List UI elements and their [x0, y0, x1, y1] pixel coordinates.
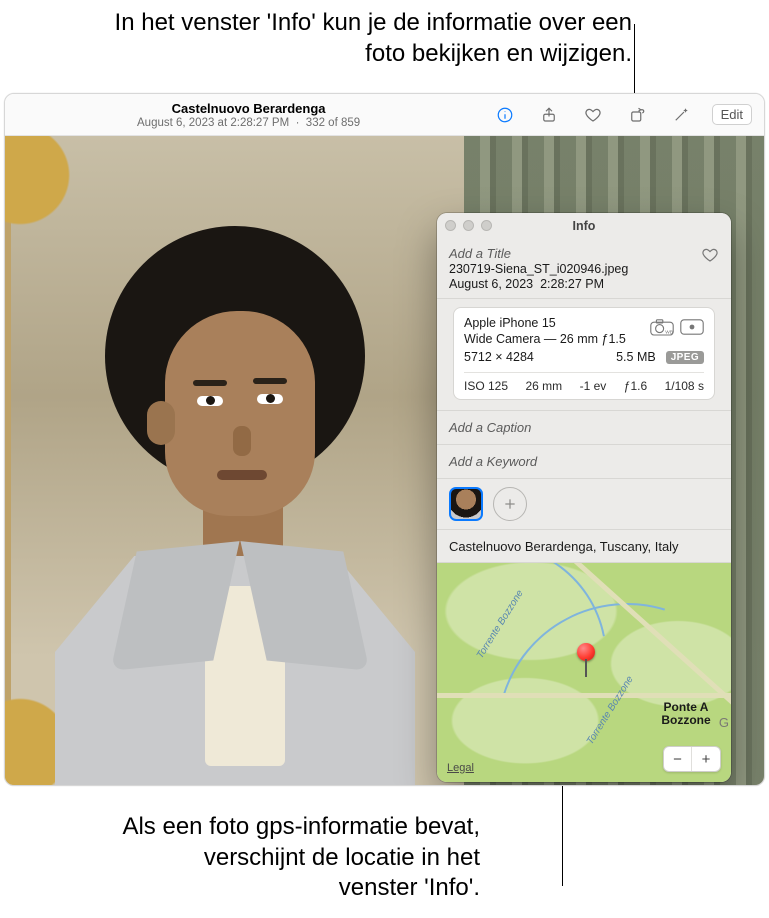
camera-model: Apple iPhone 15 [464, 316, 650, 330]
file-size: 5.5 MB [616, 350, 656, 364]
help-caption-top: In het venster 'Info' kun je de informat… [102, 8, 632, 69]
exif-shutter: 1/108 s [665, 379, 704, 393]
map-attribution-letter: G [719, 715, 729, 730]
share-button[interactable] [536, 102, 562, 128]
info-popover: Info Add a Title 230719-Siena_ST_i020946… [437, 213, 731, 782]
rotate-icon [628, 106, 646, 124]
info-popover-titlebar[interactable]: Info [437, 213, 731, 239]
main-toolbar: Castelnuovo Berardenga August 6, 2023 at… [5, 94, 764, 136]
camera-lens: Wide Camera — 26 mm ƒ1.5 [464, 332, 650, 346]
auto-enhance-button[interactable] [668, 102, 694, 128]
exif-iso: ISO 125 [464, 379, 508, 393]
exif-ev: -1 ev [580, 379, 607, 393]
subtitle-separator: · [296, 117, 300, 129]
share-icon [540, 106, 558, 124]
exif-row: ISO 125 26 mm -1 ev ƒ1.6 1/108 s [464, 372, 704, 393]
keyword-field[interactable]: Add a Keyword [437, 444, 731, 478]
info-icon [496, 106, 514, 124]
svg-text:WB: WB [665, 329, 673, 335]
map-place-label: Ponte A Bozzone [651, 701, 721, 727]
photo-location-title: Castelnuovo Berardenga [137, 101, 360, 116]
add-face-button[interactable] [493, 487, 527, 521]
info-button[interactable] [492, 102, 518, 128]
datetime-text: August 6, 2023 2:28:27 PM [449, 277, 701, 291]
camera-card: Apple iPhone 15 Wide Camera — 26 mm ƒ1.5… [453, 307, 715, 400]
caption-field[interactable]: Add a Caption [437, 410, 731, 444]
photos-app-window: Castelnuovo Berardenga August 6, 2023 at… [4, 93, 765, 786]
filename-text: 230719-Siena_ST_i020946.jpeg [449, 262, 701, 276]
detected-face-thumb[interactable] [449, 487, 483, 521]
photo-viewer[interactable]: Info Add a Title 230719-Siena_ST_i020946… [5, 136, 764, 786]
exif-focal: 26 mm [525, 379, 562, 393]
map-road [437, 693, 731, 698]
map-legal-link[interactable]: Legal [447, 762, 474, 774]
photo-subtitle: August 6, 2023 at 2:28:27 PM · 332 of 85… [137, 117, 360, 129]
info-popover-title: Info [573, 219, 596, 233]
window-traffic-lights[interactable] [445, 220, 492, 231]
format-badge: JPEG [666, 351, 704, 364]
image-dimensions: 5712 × 4284 [464, 350, 534, 364]
photo-date: August 6, 2023 at 2:28:27 PM [137, 117, 289, 129]
photo-subject [85, 226, 385, 786]
location-text[interactable]: Castelnuovo Berardenga, Tuscany, Italy [437, 529, 731, 562]
location-map[interactable]: Torrente Bozzone Torrente Bozzone Ponte … [437, 562, 731, 782]
title-field[interactable]: Add a Title [449, 246, 701, 261]
faces-row [437, 478, 731, 529]
edit-button[interactable]: Edit [712, 104, 752, 125]
rotate-button[interactable] [624, 102, 650, 128]
map-zoom-out[interactable]: − [664, 747, 692, 771]
heart-icon [701, 246, 719, 264]
info-date: August 6, 2023 [449, 277, 533, 291]
wand-icon [672, 106, 690, 124]
plus-icon [502, 496, 518, 512]
metering-icon [680, 318, 704, 336]
help-caption-bottom: Als een foto gps-informatie bevat, versc… [120, 812, 480, 904]
map-pin[interactable] [577, 643, 595, 661]
camera-wb-icon: WB [650, 318, 674, 336]
exif-aperture: ƒ1.6 [624, 379, 647, 393]
map-zoom-in[interactable]: + [692, 747, 720, 771]
photo-index: 332 of 859 [306, 117, 360, 129]
map-zoom-control: − + [663, 746, 721, 772]
heart-icon [584, 106, 602, 124]
info-favorite-button[interactable] [701, 246, 719, 267]
info-time: 2:28:27 PM [540, 277, 604, 291]
title-block: Castelnuovo Berardenga August 6, 2023 at… [137, 101, 360, 129]
favorite-button[interactable] [580, 102, 606, 128]
